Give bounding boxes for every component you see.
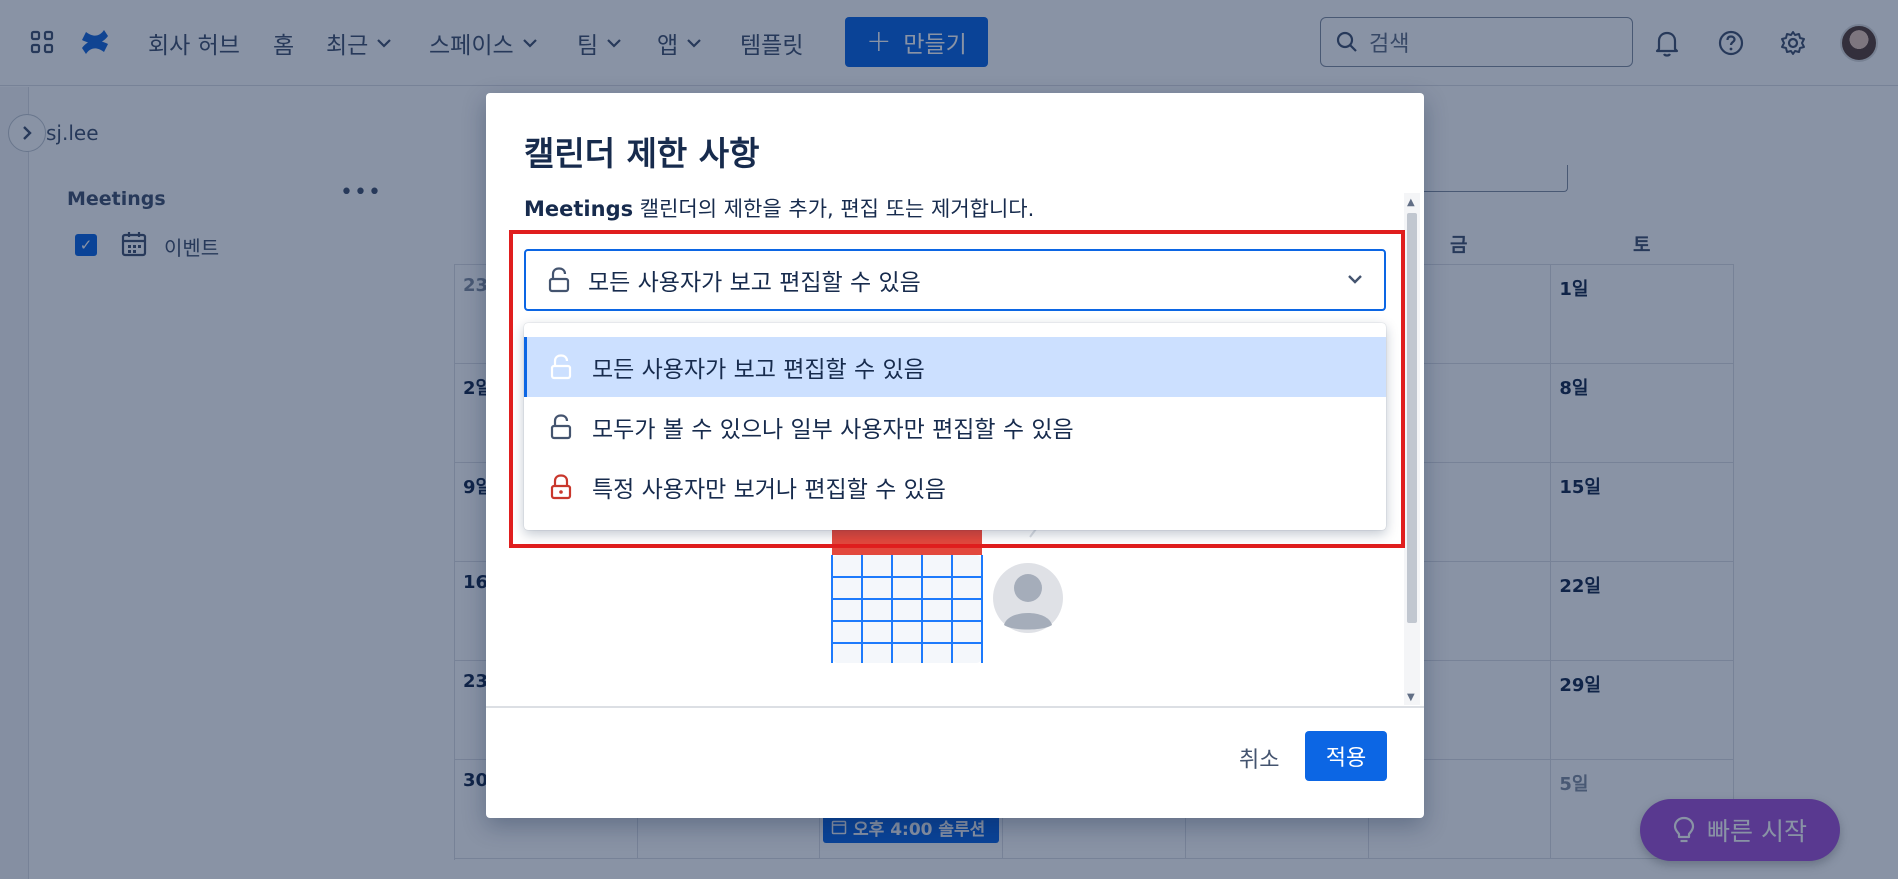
scroll-up-icon[interactable]: ▲ <box>1407 197 1415 208</box>
select-value: 모든 사용자가 보고 편집할 수 있음 <box>588 270 921 296</box>
option-everyone-view-some-edit[interactable]: 모두가 볼 수 있으나 일부 사용자만 편집할 수 있음 <box>524 397 1386 457</box>
calendar-name: Meetings <box>524 197 634 221</box>
lock-icon <box>550 474 572 500</box>
option-label: 모든 사용자가 보고 편집할 수 있음 <box>592 357 925 383</box>
scroll-down-icon[interactable]: ▼ <box>1407 692 1415 703</box>
unlock-icon <box>550 354 572 380</box>
option-label: 특정 사용자만 보거나 편집할 수 있음 <box>592 477 946 503</box>
option-label: 모두가 볼 수 있으나 일부 사용자만 편집할 수 있음 <box>592 417 1074 443</box>
dialog-scrollbar[interactable]: ▲ ▼ <box>1404 193 1420 705</box>
unlock-icon <box>548 267 570 293</box>
restriction-options-menu: 모든 사용자가 보고 편집할 수 있음 모두가 볼 수 있으나 일부 사용자만 … <box>524 323 1386 530</box>
option-specific-users-only[interactable]: 특정 사용자만 보거나 편집할 수 있음 <box>524 457 1386 517</box>
dialog-description: Meetings 캘린더의 제한을 추가, 편집 또는 제거합니다. <box>524 193 1034 223</box>
chevron-down-icon <box>1348 275 1362 284</box>
dialog-footer-divider <box>486 706 1424 708</box>
restriction-select[interactable]: 모든 사용자가 보고 편집할 수 있음 <box>524 249 1386 311</box>
dialog-title: 캘린더 제한 사항 <box>524 134 760 173</box>
option-everyone-view-edit[interactable]: 모든 사용자가 보고 편집할 수 있음 <box>524 337 1386 397</box>
description-text: 캘린더의 제한을 추가, 편집 또는 제거합니다. <box>633 197 1035 221</box>
apply-button[interactable]: 적용 <box>1305 731 1387 781</box>
unlock-icon <box>550 414 572 440</box>
cancel-button[interactable]: 취소 <box>1225 734 1293 782</box>
scrollbar-thumb[interactable] <box>1407 213 1417 623</box>
